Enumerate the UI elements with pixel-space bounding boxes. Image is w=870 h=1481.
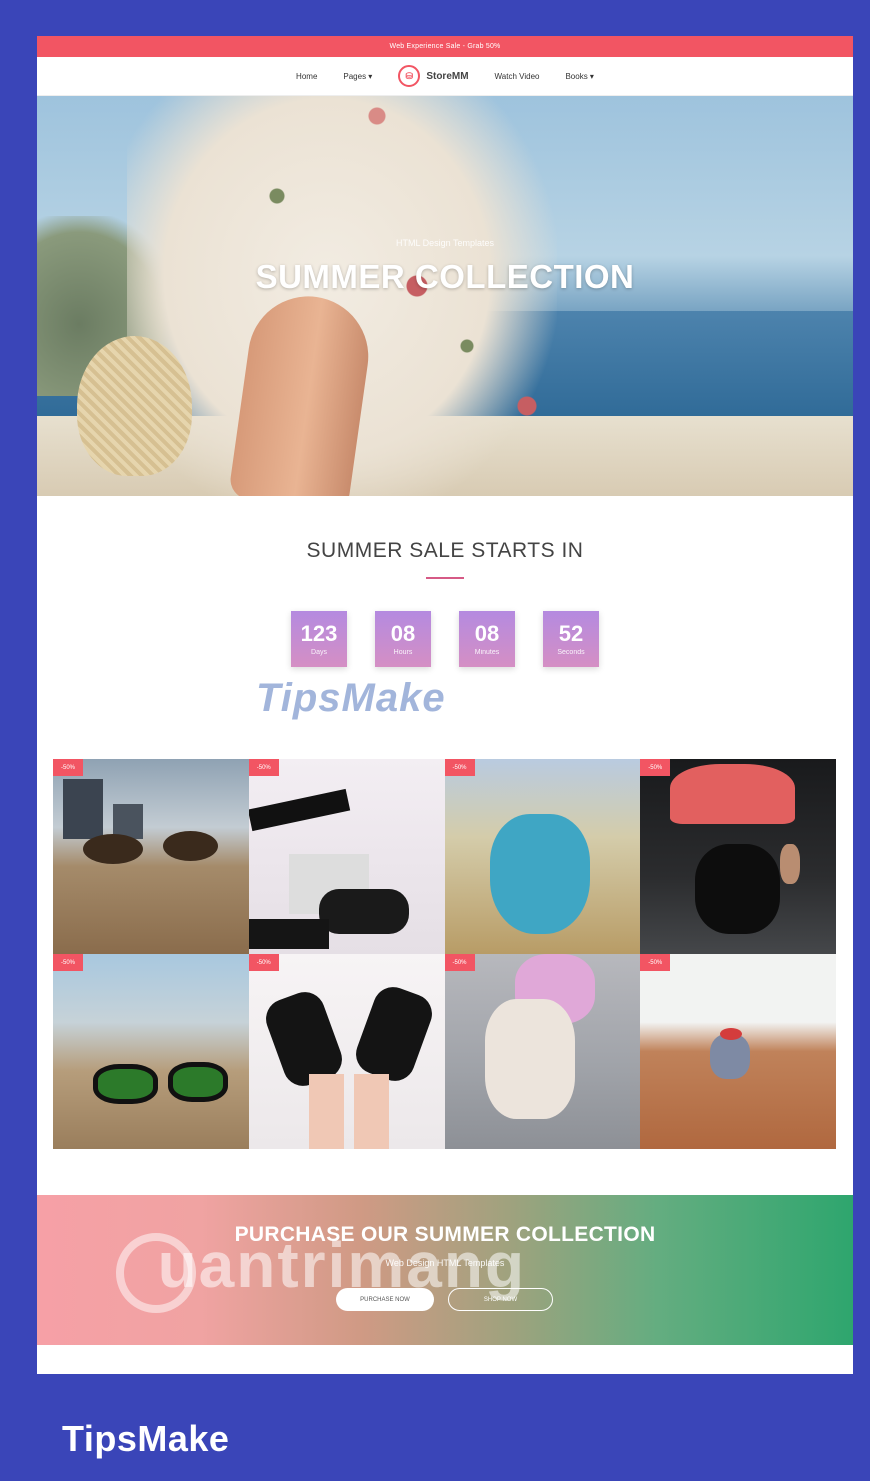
gallery-tile-sunglasses-city[interactable]: -50% <box>53 759 249 954</box>
brand-label: TipsMake <box>62 1418 230 1459</box>
beard-shape <box>695 844 781 934</box>
gallery-tile-cap-portrait[interactable]: -50% <box>640 759 836 954</box>
gallery-tile-sneakers-legs[interactable]: -50% <box>248 759 445 954</box>
sunglasses-shape <box>168 1062 228 1102</box>
gallery-tile-backpack[interactable]: -50% <box>444 954 641 1149</box>
sunglasses-shape <box>83 834 143 864</box>
gallery-tile-sunglasses-sand[interactable]: -50% <box>53 954 249 1149</box>
sneaker-shape <box>350 981 438 1087</box>
gallery-tile-high-tops[interactable]: -50% <box>248 954 445 1149</box>
heading-divider <box>426 577 464 579</box>
nav-books[interactable]: Books ▾ <box>565 72 593 81</box>
hero-banner: HTML Design Templates SUMMER COLLECTION <box>37 96 853 496</box>
bag-shape <box>489 814 590 934</box>
site-logo[interactable]: ⛁ StoreMM <box>398 65 469 87</box>
logo-text: StoreMM <box>426 70 469 82</box>
sale-badge: -50% <box>53 954 83 971</box>
gallery-tile-blue-bag-field[interactable]: -50% <box>444 759 641 954</box>
countdown-heading: SUMMER SALE STARTS IN <box>306 539 584 562</box>
countdown-seconds: 52 Seconds <box>543 611 599 667</box>
countdown-value: 08 <box>390 620 416 646</box>
countdown-section: SUMMER SALE STARTS IN 123 Days 08 Hours … <box>37 496 853 667</box>
topbar-text: Web Experience Sale - Grab 50% <box>389 43 501 50</box>
sale-badge: -50% <box>640 954 671 971</box>
countdown-boxes: 123 Days 08 Hours 08 Minutes 52 Seconds <box>37 611 853 667</box>
cap-shape <box>670 764 796 824</box>
quantrimang-text: uantrimang <box>157 1229 527 1301</box>
leg-shape <box>248 788 350 832</box>
sunglasses-shape <box>93 1064 158 1104</box>
person-shape <box>710 1034 751 1079</box>
main-navigation: Home Pages ▾ ⛁ StoreMM Watch Video Books… <box>37 57 853 96</box>
countdown-days: 123 Days <box>291 611 347 667</box>
backpack-shape <box>484 999 575 1119</box>
countdown-label: Minutes <box>474 648 500 656</box>
countdown-label: Seconds <box>557 648 585 656</box>
countdown-label: Hours <box>393 648 413 656</box>
countdown-value: 52 <box>558 620 584 646</box>
sale-badge: -50% <box>444 759 475 776</box>
sunglasses-shape <box>163 831 218 861</box>
city-buildings <box>63 779 103 839</box>
nav-home[interactable]: Home <box>296 72 317 81</box>
nav-watch-video[interactable]: Watch Video <box>495 72 540 81</box>
tipsmake-watermark: TipsMake <box>256 676 446 720</box>
sale-badge: -50% <box>248 954 279 971</box>
nav-pages[interactable]: Pages ▾ <box>343 72 372 81</box>
hero-title: SUMMER COLLECTION <box>255 258 635 295</box>
sale-badge: -50% <box>248 759 279 776</box>
sale-badge: -50% <box>53 759 83 776</box>
countdown-minutes: 08 Minutes <box>459 611 515 667</box>
countdown-hours: 08 Hours <box>375 611 431 667</box>
countdown-label: Days <box>311 648 327 656</box>
ear-shape <box>780 844 801 884</box>
sale-badge: -50% <box>640 759 671 776</box>
promo-topbar: Web Experience Sale - Grab 50% <box>37 36 853 57</box>
leg-shape <box>248 919 329 949</box>
product-gallery: -50% -50% -50% -50% -50% -50% -50% -50% <box>53 759 836 1149</box>
cart-icon: ⛁ <box>398 65 421 87</box>
hero-straw-bag <box>77 336 192 476</box>
sale-badge: -50% <box>444 954 475 971</box>
hero-subtitle: HTML Design Templates <box>395 238 495 248</box>
leg-shape <box>308 1074 344 1149</box>
countdown-value: 08 <box>474 620 500 646</box>
countdown-value: 123 <box>300 620 338 646</box>
gallery-tile-field-child[interactable]: -50% <box>640 954 836 1149</box>
quantrimang-watermark: uantrimang <box>118 1228 526 1302</box>
leg-shape <box>353 1074 389 1149</box>
sneaker-shape <box>318 889 409 934</box>
